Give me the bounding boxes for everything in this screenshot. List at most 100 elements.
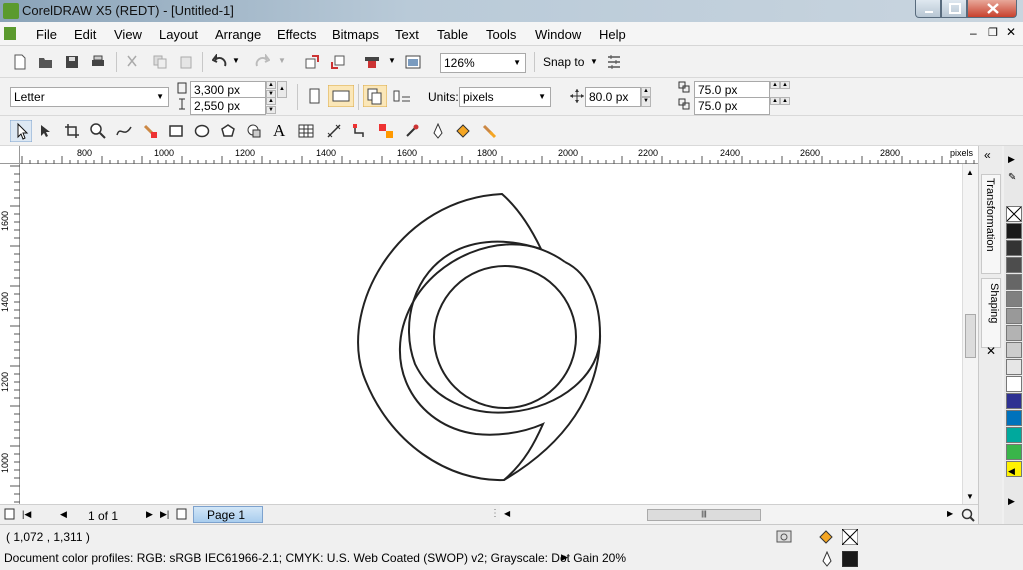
redo-dropdown-icon[interactable]: ▼ — [278, 56, 286, 65]
open-icon[interactable] — [38, 54, 54, 70]
palette-menu-icon[interactable]: ▶ — [1008, 496, 1015, 507]
menu-arrange[interactable]: Arrange — [215, 27, 261, 42]
connector-tool-icon[interactable] — [352, 123, 368, 139]
fill-none-swatch[interactable] — [842, 529, 858, 545]
shape-tool-icon[interactable] — [38, 123, 54, 139]
zoom-navigator-icon[interactable] — [961, 508, 975, 522]
next-page-icon[interactable]: ▶ — [146, 509, 153, 520]
close-window-button[interactable] — [967, 0, 1017, 18]
horizontal-ruler[interactable]: 800 1000 1200 1400 1600 1800 2000 2200 2… — [20, 146, 978, 164]
drawing-canvas[interactable] — [20, 164, 962, 504]
scroll-down-icon[interactable]: ▼ — [966, 492, 974, 501]
spinner-up[interactable]: ▲ — [770, 81, 780, 89]
units-select[interactable]: pixels ▼ — [459, 87, 551, 107]
eyedropper-tool-icon[interactable] — [404, 123, 420, 139]
horizontal-scrollbar[interactable]: ◀ ||| ▶ — [500, 504, 978, 524]
color-swatch[interactable] — [1006, 325, 1022, 341]
inner-circle-shape[interactable] — [433, 265, 577, 409]
menu-table[interactable]: Table — [437, 27, 468, 42]
table-tool-icon[interactable] — [298, 123, 314, 139]
profiles-arrow-icon[interactable]: ▶ — [561, 552, 568, 563]
tab-page-1[interactable]: Page 1 — [193, 506, 263, 523]
vertical-scroll-thumb[interactable] — [965, 314, 976, 358]
fill-tool-icon[interactable] — [455, 123, 471, 139]
text-tool-icon[interactable]: A — [273, 121, 285, 141]
welcome-screen-icon[interactable] — [405, 54, 421, 70]
application-launcher-icon[interactable] — [364, 54, 380, 70]
page-height-field[interactable]: 2,550 px — [190, 97, 266, 115]
eyedropper-icon[interactable]: ✎ — [1008, 172, 1016, 183]
color-swatch[interactable] — [1006, 308, 1022, 324]
doc-close-icon[interactable]: ✕ — [1006, 25, 1016, 39]
menu-text[interactable]: Text — [395, 27, 419, 42]
menu-effects[interactable]: Effects — [277, 27, 317, 42]
color-swatch[interactable] — [1006, 342, 1022, 358]
menu-bitmaps[interactable]: Bitmaps — [332, 27, 379, 42]
add-page-icon[interactable] — [4, 508, 16, 520]
save-icon[interactable] — [64, 54, 80, 70]
color-swatch[interactable] — [1006, 393, 1022, 409]
outline-color-swatch[interactable] — [842, 551, 858, 567]
close-docker-icon[interactable]: ✕ — [986, 344, 996, 358]
crop-tool-icon[interactable] — [64, 123, 80, 139]
spinner-up[interactable]: ▲ — [266, 97, 276, 105]
spinner-down[interactable]: ▼ — [266, 106, 276, 114]
menu-view[interactable]: View — [114, 27, 142, 42]
previous-page-icon[interactable]: ◀ — [60, 509, 67, 520]
cut-icon[interactable] — [124, 54, 140, 70]
color-swatch[interactable] — [1006, 376, 1022, 392]
color-swatch[interactable] — [1006, 427, 1022, 443]
outer-crescent-shape[interactable] — [357, 192, 545, 482]
color-swatch[interactable] — [1006, 410, 1022, 426]
spinner-up[interactable]: ▲ — [266, 81, 276, 89]
zoom-level-combo[interactable]: 126% ▼ — [440, 53, 526, 73]
smart-fill-tool-icon[interactable] — [142, 123, 158, 139]
undo-icon[interactable] — [212, 54, 228, 70]
color-swatch[interactable] — [1006, 274, 1022, 290]
menu-edit[interactable]: Edit — [74, 27, 96, 42]
color-swatch[interactable] — [1006, 223, 1022, 239]
basic-shapes-tool-icon[interactable] — [246, 123, 262, 139]
redo-icon[interactable] — [254, 54, 270, 70]
rectangle-tool-icon[interactable] — [168, 123, 184, 139]
spinner-down[interactable]: ▲ — [780, 81, 790, 89]
doc-restore-icon[interactable]: ❐ — [988, 26, 998, 39]
spinner-down[interactable]: ▲ — [780, 97, 790, 105]
color-swatch[interactable] — [1006, 291, 1022, 307]
vertical-scrollbar[interactable]: ▲ ▼ — [962, 164, 978, 504]
freehand-tool-icon[interactable] — [116, 123, 132, 139]
transformation-tab[interactable]: Transformation — [981, 174, 1001, 274]
spinner-down[interactable]: ▼ — [641, 97, 651, 107]
copy-icon[interactable] — [152, 54, 168, 70]
palette-scroll-down-icon[interactable]: ◀ — [1008, 466, 1015, 477]
import-icon[interactable] — [304, 54, 320, 70]
shaping-tab[interactable]: Shaping — [981, 278, 1001, 348]
blend-tool-icon[interactable] — [378, 123, 394, 139]
last-page-icon[interactable]: ▶| — [160, 509, 169, 520]
zoom-tool-icon[interactable] — [90, 123, 106, 139]
ring-shape[interactable] — [408, 240, 602, 414]
dimension-tool-icon[interactable] — [326, 123, 342, 139]
first-page-icon[interactable]: |◀ — [22, 509, 31, 520]
snap-to-button[interactable]: Snap to — [543, 55, 584, 69]
paste-icon[interactable] — [178, 54, 194, 70]
width-lock[interactable]: ▲ — [277, 81, 287, 98]
minimize-button[interactable] — [915, 0, 941, 18]
page-size-select[interactable]: Letter ▼ — [10, 87, 169, 107]
snap-to-dropdown-icon[interactable]: ▼ — [590, 57, 598, 66]
menu-help[interactable]: Help — [599, 27, 626, 42]
all-pages-icon[interactable] — [363, 85, 387, 107]
launcher-dropdown-icon[interactable]: ▼ — [388, 56, 396, 65]
horizontal-scroll-thumb[interactable]: ||| — [647, 509, 761, 521]
scroll-up-icon[interactable]: ▲ — [966, 168, 974, 177]
options-icon[interactable] — [606, 54, 622, 70]
undo-dropdown-icon[interactable]: ▼ — [232, 56, 240, 65]
new-document-icon[interactable] — [12, 54, 28, 70]
ellipse-tool-icon[interactable] — [194, 123, 210, 139]
scroll-left-icon[interactable]: ◀ — [504, 509, 510, 518]
menu-tools[interactable]: Tools — [486, 27, 516, 42]
doc-minimize-icon[interactable]: – — [970, 26, 977, 40]
menu-file[interactable]: File — [36, 27, 57, 42]
add-page-after-icon[interactable] — [176, 508, 188, 520]
interactive-fill-tool-icon[interactable] — [481, 123, 497, 139]
